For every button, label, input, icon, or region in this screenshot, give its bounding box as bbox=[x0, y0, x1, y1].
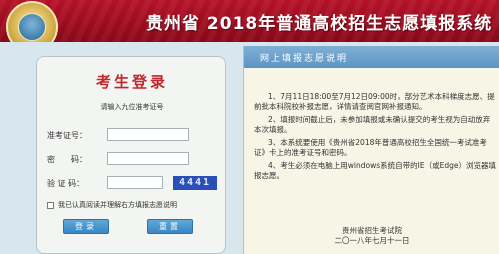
agree-text: 我已认真阅读并理解右方填报志愿说明 bbox=[58, 201, 177, 209]
reset-button[interactable]: 重置 bbox=[147, 219, 193, 234]
notice-header: 网上填报志愿说明 bbox=[244, 46, 499, 68]
exam-number-input[interactable] bbox=[107, 128, 189, 141]
agree-row[interactable]: 我已认真阅读并理解右方填报志愿说明 bbox=[47, 200, 177, 210]
signature-date: 二〇一八年七月十一日 bbox=[334, 236, 410, 245]
notice-item: 4、考生必须在电脑上用windows系统自带的IE（或Edge）浏览器填报志愿。 bbox=[254, 161, 496, 180]
agree-checkbox[interactable] bbox=[47, 201, 54, 209]
system-title: 贵州省 2018年普通高校招生志愿填报系统 bbox=[146, 14, 493, 34]
login-button[interactable]: 登录 bbox=[63, 219, 109, 234]
header-banner: 贵州省 2018年普通高校招生志愿填报系统 bbox=[0, 0, 499, 42]
notice-item: 2、填报时间截止后，未参加填报或未确认提交的考生视为自动放弃本次填报。 bbox=[254, 115, 491, 134]
emblem-center bbox=[18, 13, 46, 41]
login-title: 考生登录 bbox=[95, 73, 168, 91]
exam-number-label: 准考证号： bbox=[47, 131, 87, 140]
notice-item: 1、7月11日18:00至7月12日09:00时，部分艺术本科梯度志愿、提前批本… bbox=[254, 92, 495, 111]
login-panel: 考生登录 请输入九位准考证号 准考证号： 密 码： 验 证 码： 4441 我已… bbox=[36, 56, 226, 254]
notice-body: 1、7月11日18:00至7月12日09:00时，部分艺术本科梯度志愿、提前批本… bbox=[254, 92, 496, 184]
notice-panel: 网上填报志愿说明 1、7月11日18:00至7月12日09:00时，部分艺术本科… bbox=[243, 46, 499, 254]
signature-org: 贵州省招生考试院 bbox=[342, 226, 402, 235]
captcha-label: 验 证 码： bbox=[47, 179, 85, 188]
password-input[interactable] bbox=[107, 152, 189, 165]
login-instruction: 请输入九位准考证号 bbox=[100, 103, 164, 111]
password-label: 密 码： bbox=[47, 155, 87, 164]
captcha-input[interactable] bbox=[107, 176, 163, 189]
notice-title: 网上填报志愿说明 bbox=[260, 54, 349, 64]
captcha-image[interactable]: 4441 bbox=[173, 176, 217, 190]
notice-item: 3、本系统要使用《贵州省2018年普通高校招生全国统一考试准考证》卡上的准考证号… bbox=[254, 138, 487, 157]
notice-signature: 贵州省招生考试院 二〇一八年七月十一日 bbox=[244, 226, 499, 246]
